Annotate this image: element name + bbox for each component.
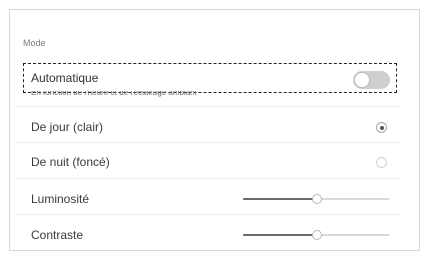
slider-fill [243,198,317,200]
toggle-knob [354,72,370,88]
divider [17,142,401,143]
contrast-label: Contraste [31,228,84,242]
section-label-mode: Mode [23,38,46,48]
option-night-label[interactable]: De nuit (foncé) [31,155,110,169]
slider-handle[interactable] [311,230,322,240]
contrast-slider[interactable] [243,229,390,241]
option-day-radio[interactable] [376,122,387,133]
brightness-slider[interactable] [243,193,390,205]
automatic-toggle[interactable] [353,71,390,89]
divider [17,178,401,179]
divider [17,214,401,215]
slider-fill [243,234,317,236]
brightness-label: Luminosité [31,192,90,206]
slider-handle[interactable] [311,194,322,204]
option-day-label[interactable]: De jour (clair) [31,120,103,134]
divider [17,106,401,107]
automatic-label: Automatique [31,71,99,85]
option-night-radio[interactable] [376,157,387,168]
